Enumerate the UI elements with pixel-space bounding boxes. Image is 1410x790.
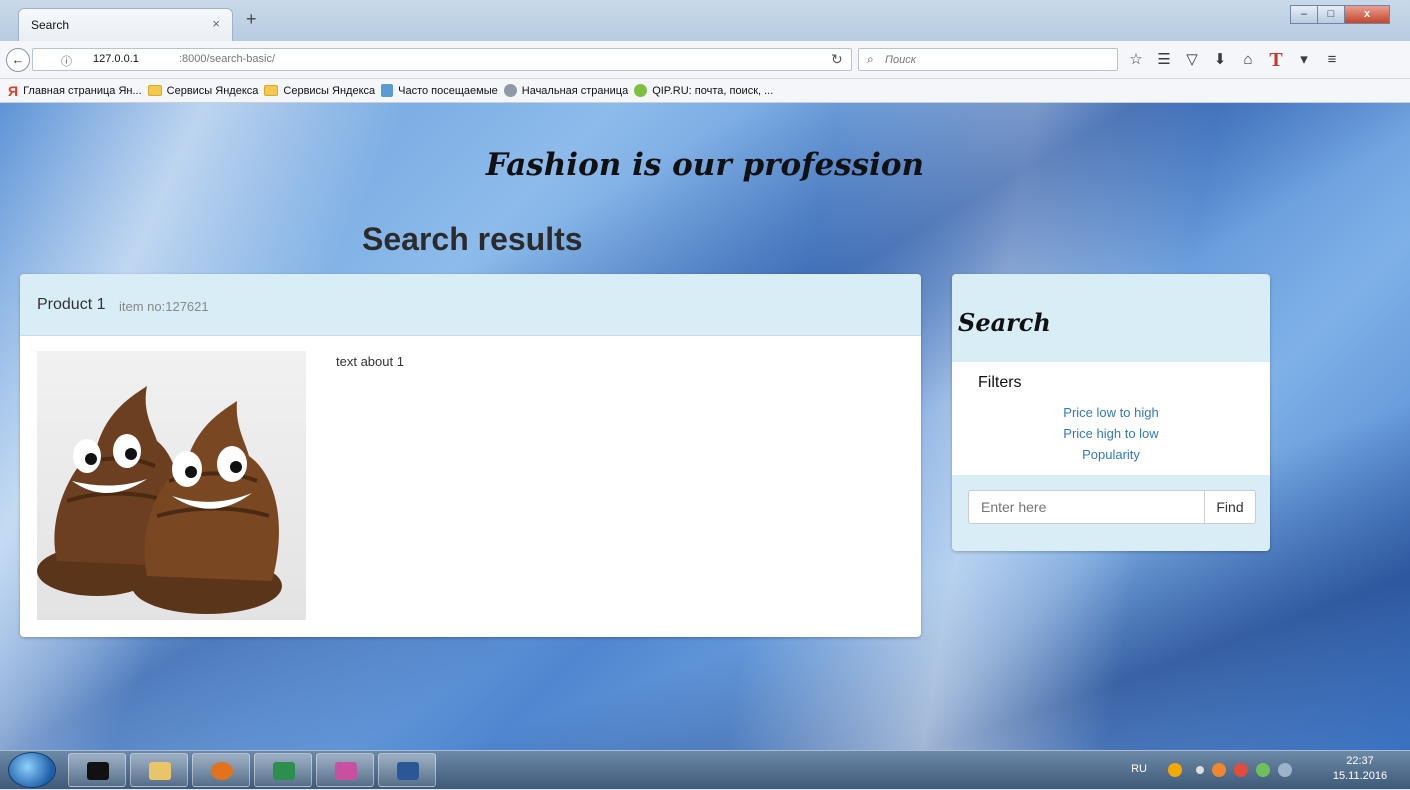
word-icon <box>397 762 419 780</box>
bookmark-star-icon[interactable]: ☆ <box>1124 48 1148 72</box>
browser-search-bar[interactable]: ⌕ <box>858 48 1118 71</box>
taskbar-pycharm[interactable] <box>254 753 312 787</box>
sync-icon[interactable] <box>1278 763 1292 777</box>
page-icon <box>381 84 394 97</box>
clock-time[interactable]: 22:37 <box>1330 755 1390 767</box>
bookmarks-bar: Я Главная страница Ян... Сервисы Яндекса … <box>0 79 1410 103</box>
translate-t-icon[interactable]: T <box>1264 48 1288 72</box>
download-icon[interactable]: ⬇ <box>1208 48 1232 72</box>
product-panel: Product 1 item no:127621 text about 1 <box>20 274 921 637</box>
site-brand: Fashion is our profession <box>485 147 925 183</box>
browser-search-input[interactable] <box>885 52 1105 67</box>
page-title: Search results <box>362 221 583 257</box>
folder-icon <box>147 85 162 96</box>
url-host: 127.0.0.1 <box>93 53 139 65</box>
search-panel: Search Filters Price low to high Price h… <box>952 274 1270 551</box>
info-icon[interactable]: ⓘ <box>61 53 72 69</box>
taskbar-firefox[interactable] <box>192 753 250 787</box>
product-image[interactable] <box>37 351 306 620</box>
reading-list-icon[interactable]: ☰ <box>1152 48 1176 72</box>
search-panel-title: Search <box>958 308 1051 337</box>
close-window-button[interactable]: x <box>1344 5 1390 24</box>
qip-icon <box>634 84 648 97</box>
filter-popularity[interactable]: Popularity <box>952 447 1270 462</box>
volume-icon[interactable] <box>1234 763 1248 777</box>
language-indicator[interactable]: RU <box>1131 763 1147 775</box>
home-icon[interactable]: ⌂ <box>1236 48 1260 72</box>
product-name[interactable]: Product 1 <box>37 296 105 314</box>
tab-title: Search <box>31 18 70 32</box>
windows-taskbar: RU 22:37 15.11.2016 <box>0 750 1410 789</box>
browser-nav-bar: ← ⓘ 127.0.0.1 :8000/search-basic/ ↻ ⌕ ☆ … <box>0 41 1410 79</box>
address-bar[interactable]: ⓘ 127.0.0.1 :8000/search-basic/ ↻ <box>32 48 852 71</box>
network-icon[interactable] <box>1256 763 1270 777</box>
bookmark-item[interactable]: Начальная страница <box>503 84 628 97</box>
bookmark-item[interactable]: Сервисы Яндекса <box>147 85 258 97</box>
tray-app-icon[interactable] <box>1212 763 1226 777</box>
folder-icon <box>149 762 171 780</box>
bookmark-item[interactable]: Часто посещаемые <box>381 84 498 97</box>
page-viewport: Fashion is our profession Search results… <box>0 103 1410 750</box>
folder-icon <box>264 85 279 96</box>
firefox-icon <box>211 762 233 780</box>
minimize-button[interactable]: – <box>1290 5 1318 24</box>
new-tab-button[interactable]: + <box>246 9 257 30</box>
filters-section: Filters Price low to high Price high to … <box>952 362 1270 475</box>
find-button[interactable]: Find <box>1204 490 1256 524</box>
bookmark-item[interactable]: Я Главная страница Ян... <box>8 83 142 99</box>
filter-price-low-high[interactable]: Price low to high <box>952 405 1270 420</box>
taskbar-app[interactable] <box>316 753 374 787</box>
product-panel-header: Product 1 item no:127621 <box>20 274 921 336</box>
start-button[interactable] <box>8 752 56 788</box>
slippers-illustration <box>37 386 282 614</box>
terminal-icon <box>87 762 109 780</box>
product-item-number: item no:127621 <box>119 299 209 314</box>
taskbar-word[interactable] <box>378 753 436 787</box>
product-description: text about 1 <box>336 354 404 369</box>
browser-tab-bar: Search × + – □ x <box>0 0 1410 41</box>
taskbar-cmd[interactable] <box>68 753 126 787</box>
filter-price-high-low[interactable]: Price high to low <box>952 426 1270 441</box>
reload-icon[interactable]: ↻ <box>831 51 843 68</box>
pycharm-icon <box>273 762 295 780</box>
chevron-up-icon[interactable] <box>1196 766 1204 774</box>
clock-date[interactable]: 15.11.2016 <box>1330 770 1390 782</box>
menu-icon[interactable]: ≡ <box>1320 48 1344 72</box>
tab-close-icon[interactable]: × <box>212 16 220 31</box>
browser-tab[interactable]: Search × <box>18 8 233 41</box>
url-path: :8000/search-basic/ <box>179 53 275 65</box>
filters-title: Filters <box>978 374 1022 391</box>
bookmark-item[interactable]: QIP.RU: почта, поиск, ... <box>634 84 773 97</box>
alert-icon[interactable] <box>1168 763 1182 777</box>
maximize-button[interactable]: □ <box>1317 5 1345 24</box>
taskbar-explorer[interactable] <box>130 753 188 787</box>
globe-icon <box>503 84 517 97</box>
search-input[interactable] <box>968 490 1205 524</box>
toolbar-icons: ☆ ☰ ▽ ⬇ ⌂ T ▾ ≡ <box>1124 48 1348 72</box>
pocket-icon[interactable]: ▽ <box>1180 48 1204 72</box>
search-icon: ⌕ <box>867 52 874 66</box>
diamond-app-icon <box>335 762 357 780</box>
bookmark-item[interactable]: Сервисы Яндекса <box>264 85 375 97</box>
yandex-icon: Я <box>8 82 19 99</box>
window-controls: – □ x <box>1290 5 1390 24</box>
back-arrow-icon[interactable]: ← <box>6 48 30 72</box>
chevron-down-icon[interactable]: ▾ <box>1292 48 1316 72</box>
